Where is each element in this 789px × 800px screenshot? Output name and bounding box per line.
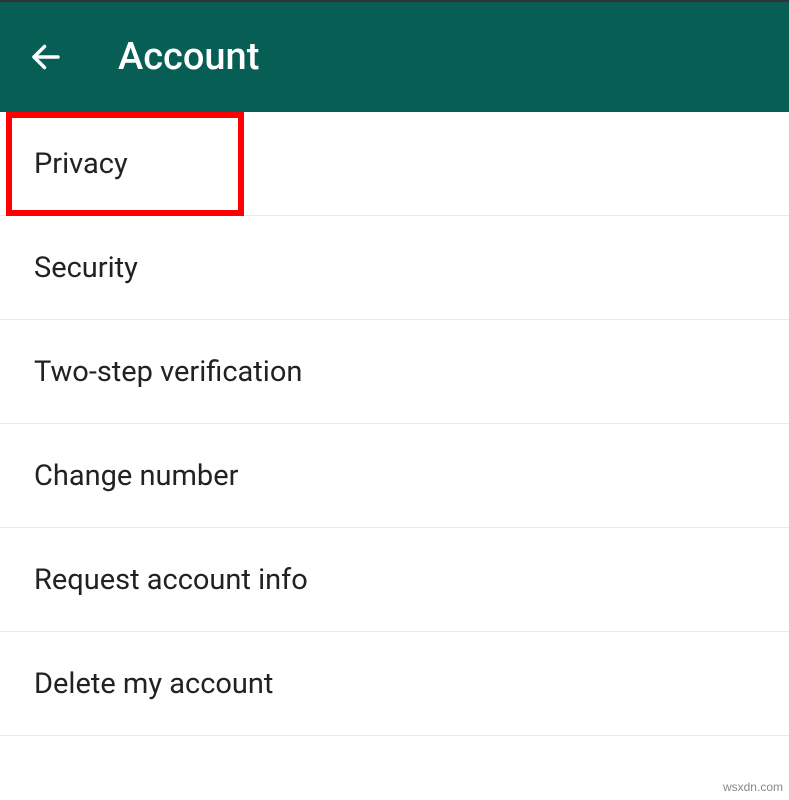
settings-list: Privacy Security Two-step verification C… — [0, 112, 789, 736]
list-item-label: Change number — [34, 459, 238, 493]
list-item-request-account-info[interactable]: Request account info — [0, 528, 789, 632]
list-item-label: Request account info — [34, 563, 308, 597]
app-bar: Account — [0, 0, 789, 112]
list-item-label: Security — [34, 251, 138, 285]
watermark: wsxdn.com — [723, 780, 783, 794]
list-item-privacy[interactable]: Privacy — [0, 112, 789, 216]
list-item-change-number[interactable]: Change number — [0, 424, 789, 528]
list-item-security[interactable]: Security — [0, 216, 789, 320]
list-item-label: Two-step verification — [34, 355, 302, 389]
list-item-label: Privacy — [34, 147, 128, 181]
list-item-two-step-verification[interactable]: Two-step verification — [0, 320, 789, 424]
back-arrow-icon[interactable] — [28, 39, 64, 75]
list-item-label: Delete my account — [34, 667, 273, 701]
page-title: Account — [118, 35, 259, 79]
list-item-delete-my-account[interactable]: Delete my account — [0, 632, 789, 736]
